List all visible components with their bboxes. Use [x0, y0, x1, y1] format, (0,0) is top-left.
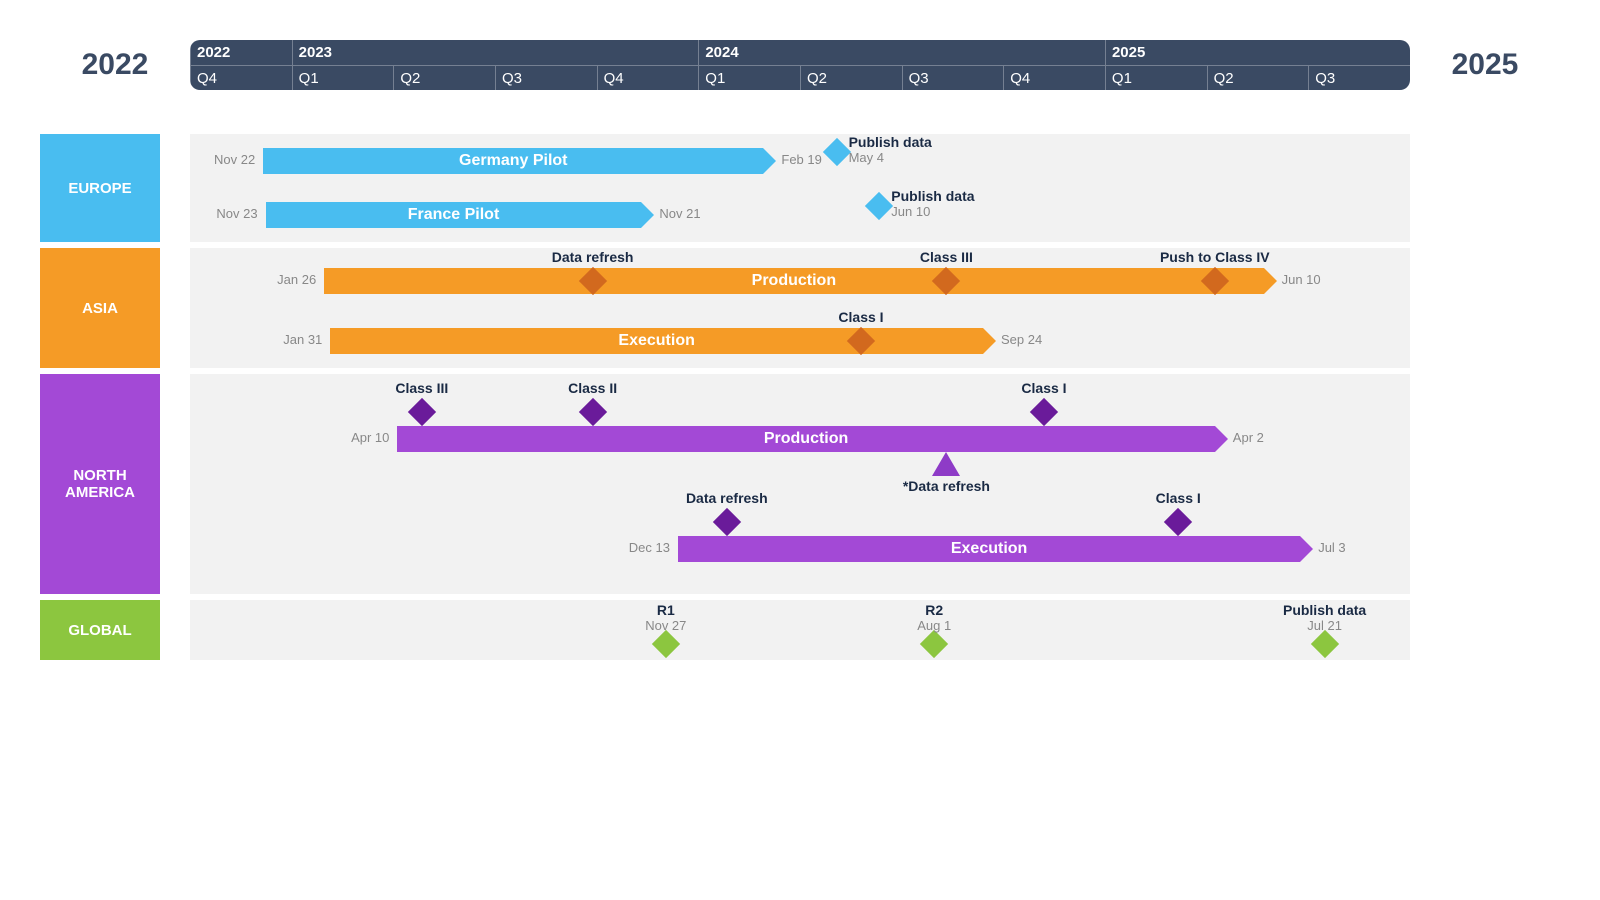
milestone-label: Class I: [838, 309, 883, 325]
milestone-diamond-icon: [1030, 398, 1058, 426]
swimlane-body: Production Apr 10 Apr 2 Class III Class II Cl…: [190, 374, 1410, 594]
axis-end-year: 2025: [1410, 48, 1560, 82]
lane-row: Germany Pilot Nov 22 Feb 19 Publish dataMay…: [190, 134, 1410, 188]
milestone-date: Jul 21: [1307, 618, 1342, 633]
milestone-label: Class I: [1021, 380, 1066, 396]
axis-track: 2022202320242025 Q4Q1Q2Q3Q4Q1Q2Q3Q4Q1Q2Q…: [190, 40, 1410, 90]
axis-quarter: Q1: [292, 65, 394, 90]
axis-quarter: Q1: [1105, 65, 1207, 90]
swimlane-label: GLOBAL: [40, 600, 160, 660]
swimlane-asia: ASIA Production Jan 26 Jun 10 Data refresh Cl…: [40, 248, 1560, 368]
milestone-diamond-icon: [865, 192, 893, 220]
task-bar: Germany Pilot: [263, 148, 763, 174]
milestone-diamond-icon: [1164, 508, 1192, 536]
milestone-label: Class III: [920, 249, 973, 265]
lane-row: Execution Dec 13 Jul 3 Data refresh Class I: [190, 484, 1410, 594]
task-end-date: Feb 19: [763, 152, 821, 167]
milestone-triangle-icon: [932, 452, 960, 476]
milestone-date: May 4: [849, 150, 884, 165]
task-start-date: Apr 10: [351, 430, 397, 445]
swimlane-europe: EUROPE Germany Pilot Nov 22 Feb 19 Publish d…: [40, 134, 1560, 242]
swimlane-label: EUROPE: [40, 134, 160, 242]
task-bar: Production: [397, 426, 1214, 452]
task-bar-label: Execution: [951, 540, 1027, 558]
swimlane-body: R1Nov 27 R2Aug 1 Publish dataJul 21: [190, 600, 1410, 660]
task-start-date: Jan 31: [283, 332, 330, 347]
axis-quarter: Q2: [393, 65, 495, 90]
milestone-date: Jun 10: [891, 204, 930, 219]
milestone-label: Data refresh: [552, 249, 634, 265]
task-end-date: Jul 3: [1300, 540, 1345, 555]
task-end-date: Apr 2: [1215, 430, 1264, 445]
task-end-date: Sep 24: [983, 332, 1042, 347]
task-bar: Execution: [678, 536, 1300, 562]
milestone-label: Class III: [395, 380, 448, 396]
time-axis: 2022 2022202320242025 Q4Q1Q2Q3Q4Q1Q2Q3Q4…: [40, 40, 1560, 90]
milestone-diamond-icon: [578, 398, 606, 426]
axis-quarter: Q2: [1207, 65, 1309, 90]
axis-start-year: 2022: [40, 48, 190, 82]
milestone-label: Class I: [1156, 490, 1201, 506]
axis-year: 2024: [698, 40, 1105, 65]
milestone-label: Publish data: [1283, 602, 1366, 618]
milestone-label: Class II: [568, 380, 617, 396]
milestone-label: Publish data: [891, 188, 974, 204]
lane-row: Execution Jan 31 Sep 24 Class I: [190, 308, 1410, 368]
axis-year: 2022: [190, 40, 292, 65]
axis-quarter: Q3: [1308, 65, 1410, 90]
axis-year: 2025: [1105, 40, 1410, 65]
milestone-date: Aug 1: [917, 618, 951, 633]
lane-row: Production Apr 10 Apr 2 Class III Class II Cl…: [190, 374, 1410, 484]
axis-quarter: Q4: [190, 65, 292, 90]
lane-row: Production Jan 26 Jun 10 Data refresh Class …: [190, 248, 1410, 308]
milestone-diamond-icon: [713, 508, 741, 536]
task-bar-label: Execution: [618, 332, 694, 350]
task-end-date: Jun 10: [1264, 272, 1321, 287]
lane-row: France Pilot Nov 23 Nov 21 Publish dataJun …: [190, 188, 1410, 242]
task-start-date: Nov 22: [214, 152, 263, 167]
axis-quarter: Q4: [597, 65, 699, 90]
swimlane-body: Production Jan 26 Jun 10 Data refresh Class …: [190, 248, 1410, 368]
lane-row: R1Nov 27 R2Aug 1 Publish dataJul 21: [190, 600, 1410, 660]
task-bar-label: Production: [764, 430, 848, 448]
task-end-date: Nov 21: [641, 206, 700, 221]
swimlane-global: GLOBAL R1Nov 27 R2Aug 1 Publish dataJul 21: [40, 600, 1560, 660]
swimlane-body: Germany PilotNov 22Feb 19Publish dataMay…: [190, 134, 1410, 242]
task-bar: Production: [324, 268, 1263, 294]
milestone-label: R2: [925, 602, 943, 618]
task-bar-label: Germany Pilot: [459, 152, 567, 170]
task-bar: Execution: [330, 328, 983, 354]
axis-quarter: Q1: [698, 65, 800, 90]
milestone-diamond-icon: [652, 630, 680, 658]
task-bar-label: France Pilot: [408, 206, 500, 224]
swimlane-north-america: NORTH AMERICA Production Apr 10 Apr 2 Class …: [40, 374, 1560, 594]
milestone-diamond-icon: [920, 630, 948, 658]
swimlane-label: ASIA: [40, 248, 160, 368]
task-bar: France Pilot: [266, 202, 642, 228]
milestone-label: R1: [657, 602, 675, 618]
milestone-diamond-icon: [408, 398, 436, 426]
gantt-chart: 2022 2022202320242025 Q4Q1Q2Q3Q4Q1Q2Q3Q4…: [40, 40, 1560, 660]
axis-quarter: Q3: [902, 65, 1004, 90]
task-start-date: Dec 13: [629, 540, 678, 555]
milestone-label: Data refresh: [686, 490, 768, 506]
milestone-label: Publish data: [849, 134, 932, 150]
swimlane-label: NORTH AMERICA: [40, 374, 160, 594]
task-start-date: Jan 26: [277, 272, 324, 287]
axis-year: 2023: [292, 40, 699, 65]
milestone-label: Push to Class IV: [1160, 249, 1270, 265]
axis-quarter: Q4: [1003, 65, 1105, 90]
task-bar-label: Production: [752, 272, 836, 290]
milestone-date: Nov 27: [645, 618, 686, 633]
task-start-date: Nov 23: [216, 206, 265, 221]
axis-quarter: Q3: [495, 65, 597, 90]
milestone-diamond-icon: [1310, 630, 1338, 658]
milestone-diamond-icon: [822, 138, 850, 166]
axis-quarter: Q2: [800, 65, 902, 90]
